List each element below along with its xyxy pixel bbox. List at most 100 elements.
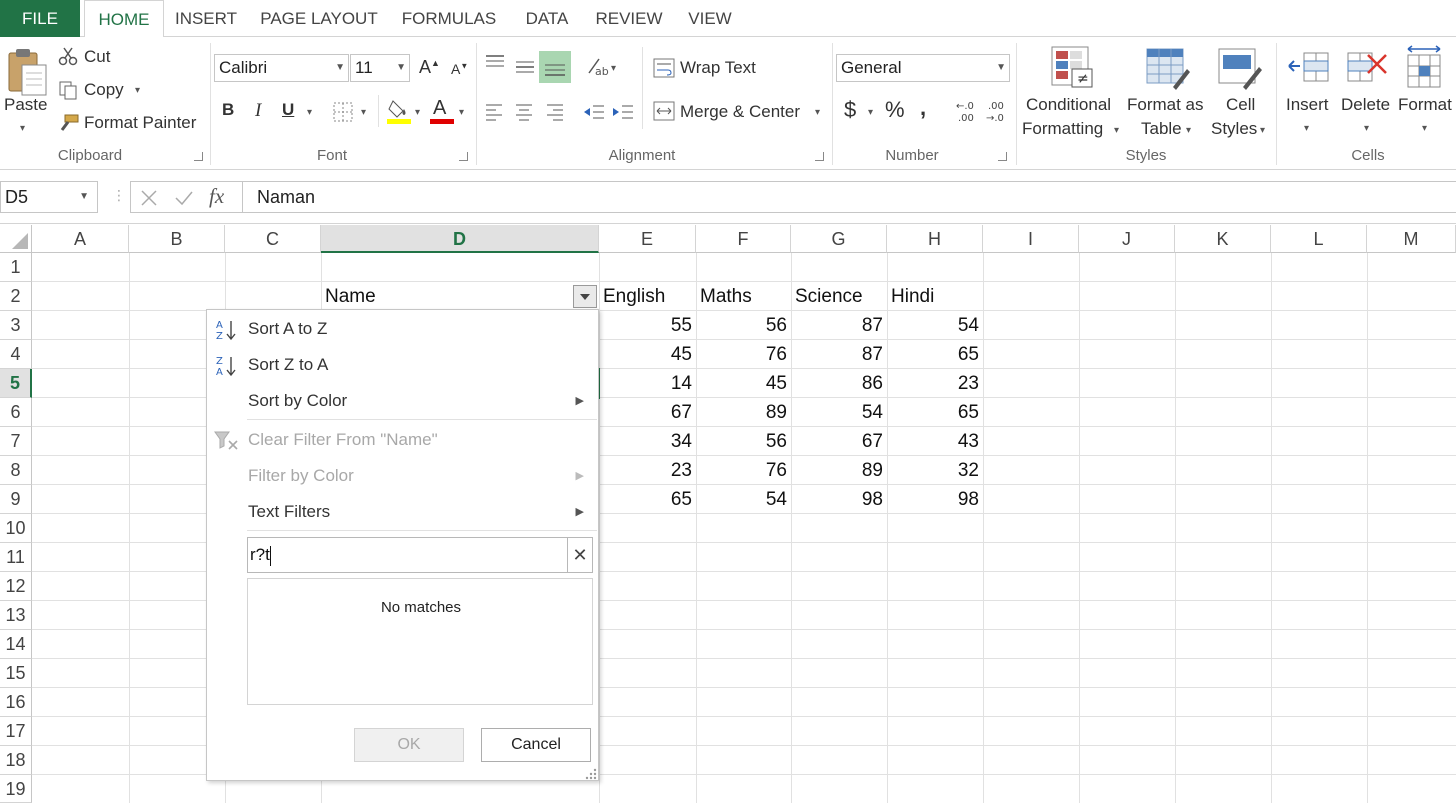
data-cell[interactable]: 86 (791, 369, 887, 398)
row-header-10[interactable]: 10 (0, 514, 32, 543)
name-box[interactable]: D5 ▼ (0, 181, 98, 213)
font-color-icon[interactable]: A (433, 97, 446, 120)
underline-button[interactable]: U (282, 100, 294, 120)
row-header-13[interactable]: 13 (0, 601, 32, 630)
data-cell[interactable]: 54 (696, 485, 791, 514)
cancel-entry-icon[interactable] (139, 188, 159, 208)
column-header-c[interactable]: C (225, 225, 321, 253)
data-cell[interactable]: 23 (887, 369, 983, 398)
data-cell[interactable]: 43 (887, 427, 983, 456)
row-header-16[interactable]: 16 (0, 688, 32, 717)
data-cell[interactable]: 89 (696, 398, 791, 427)
column-header-g[interactable]: G (791, 225, 887, 253)
font-name-select[interactable]: Calibri ▼ (214, 54, 349, 82)
font-size-select[interactable]: 11 ▼ (350, 54, 410, 82)
data-cell[interactable]: 32 (887, 456, 983, 485)
sort-z-to-a-item[interactable]: Z A Sort Z to A (207, 348, 598, 382)
row-header-9[interactable]: 9 (0, 485, 32, 514)
merge-dropdown-icon[interactable]: ▾ (815, 107, 820, 118)
font-launcher-icon[interactable] (459, 152, 468, 161)
data-cell[interactable]: 45 (599, 340, 696, 369)
tab-file[interactable]: FILE (0, 0, 80, 37)
data-cell[interactable]: 76 (696, 340, 791, 369)
data-cell[interactable]: 56 (696, 427, 791, 456)
data-cell[interactable]: 89 (791, 456, 887, 485)
fill-color-dropdown-icon[interactable]: ▾ (415, 107, 420, 118)
row-header-4[interactable]: 4 (0, 340, 32, 369)
filter-dropdown-button[interactable] (573, 285, 597, 308)
column-header-j[interactable]: J (1079, 225, 1175, 253)
data-cell[interactable]: 98 (887, 485, 983, 514)
column-header-k[interactable]: K (1175, 225, 1271, 253)
decrease-decimal-icon[interactable]: .00 →.0 (984, 99, 1010, 125)
data-cell[interactable]: 34 (599, 427, 696, 456)
data-cell[interactable]: 65 (599, 485, 696, 514)
orientation-icon[interactable]: ab (585, 55, 611, 79)
row-header-7[interactable]: 7 (0, 427, 32, 456)
data-cell[interactable]: 55 (599, 311, 696, 340)
bold-button[interactable]: B (222, 100, 234, 120)
cancel-button[interactable]: Cancel (481, 728, 591, 762)
tab-page-layout[interactable]: PAGE LAYOUT (254, 0, 384, 37)
data-cell[interactable]: 67 (791, 427, 887, 456)
alignment-launcher-icon[interactable] (815, 152, 824, 161)
column-header-b[interactable]: B (129, 225, 225, 253)
underline-dropdown-icon[interactable]: ▾ (307, 107, 312, 118)
tab-review[interactable]: REVIEW (590, 0, 668, 37)
filter-search-input[interactable]: r?t (247, 537, 593, 573)
tab-formulas[interactable]: FORMULAS (394, 0, 504, 37)
column-header-m[interactable]: M (1367, 225, 1456, 253)
bottom-align-button[interactable] (539, 51, 571, 83)
middle-align-icon[interactable] (514, 57, 536, 77)
row-header-14[interactable]: 14 (0, 630, 32, 659)
currency-button[interactable]: $ (844, 97, 856, 123)
row-header-17[interactable]: 17 (0, 717, 32, 746)
row-header-18[interactable]: 18 (0, 746, 32, 775)
clear-search-button[interactable]: ✕ (567, 538, 592, 572)
data-cell[interactable]: 56 (696, 311, 791, 340)
resize-grip-icon[interactable] (585, 768, 597, 780)
tab-insert[interactable]: INSERT (170, 0, 242, 37)
number-format-select[interactable]: General ▼ (836, 54, 1010, 82)
increase-indent-icon[interactable] (611, 102, 635, 122)
row-header-2[interactable]: 2 (0, 282, 32, 311)
data-cell[interactable]: 23 (599, 456, 696, 485)
data-cell[interactable]: 54 (791, 398, 887, 427)
data-cell[interactable]: 67 (599, 398, 696, 427)
data-cell[interactable]: 65 (887, 340, 983, 369)
row-header-8[interactable]: 8 (0, 456, 32, 485)
text-filters-item[interactable]: Text Filters ▶ (207, 495, 598, 529)
increase-font-icon[interactable]: A▲ (419, 57, 440, 78)
column-header-e[interactable]: E (599, 225, 696, 253)
ok-button[interactable]: OK (354, 728, 464, 762)
align-right-icon[interactable] (545, 102, 565, 122)
filter-value-list[interactable]: No matches (247, 578, 593, 705)
data-cell[interactable]: 87 (791, 340, 887, 369)
align-center-icon[interactable] (514, 102, 534, 122)
row-header-5[interactable]: 5 (0, 369, 32, 398)
data-cell[interactable]: 76 (696, 456, 791, 485)
column-header-i[interactable]: I (983, 225, 1079, 253)
column-header-h[interactable]: H (887, 225, 983, 253)
row-header-1[interactable]: 1 (0, 253, 32, 282)
borders-dropdown-icon[interactable]: ▾ (361, 107, 366, 118)
column-header-l[interactable]: L (1271, 225, 1367, 253)
sort-by-color-item[interactable]: Sort by Color ▶ (207, 384, 598, 418)
select-all-corner[interactable] (0, 225, 32, 253)
column-header-d[interactable]: D (321, 225, 599, 253)
fill-color-icon[interactable] (385, 97, 413, 125)
data-cell[interactable]: 65 (887, 398, 983, 427)
align-left-icon[interactable] (484, 102, 504, 122)
tab-view[interactable]: VIEW (680, 0, 740, 37)
row-header-15[interactable]: 15 (0, 659, 32, 688)
tab-home[interactable]: HOME (84, 0, 164, 38)
confirm-entry-icon[interactable] (173, 188, 195, 208)
column-header-f[interactable]: F (696, 225, 791, 253)
row-header-19[interactable]: 19 (0, 775, 32, 803)
header-cell-maths[interactable]: Maths (696, 282, 791, 311)
font-color-dropdown-icon[interactable]: ▾ (459, 107, 464, 118)
sort-a-to-z-item[interactable]: A Z Sort A to Z (207, 312, 598, 346)
data-cell[interactable]: 98 (791, 485, 887, 514)
decrease-font-icon[interactable]: A▼ (451, 61, 468, 77)
row-header-12[interactable]: 12 (0, 572, 32, 601)
